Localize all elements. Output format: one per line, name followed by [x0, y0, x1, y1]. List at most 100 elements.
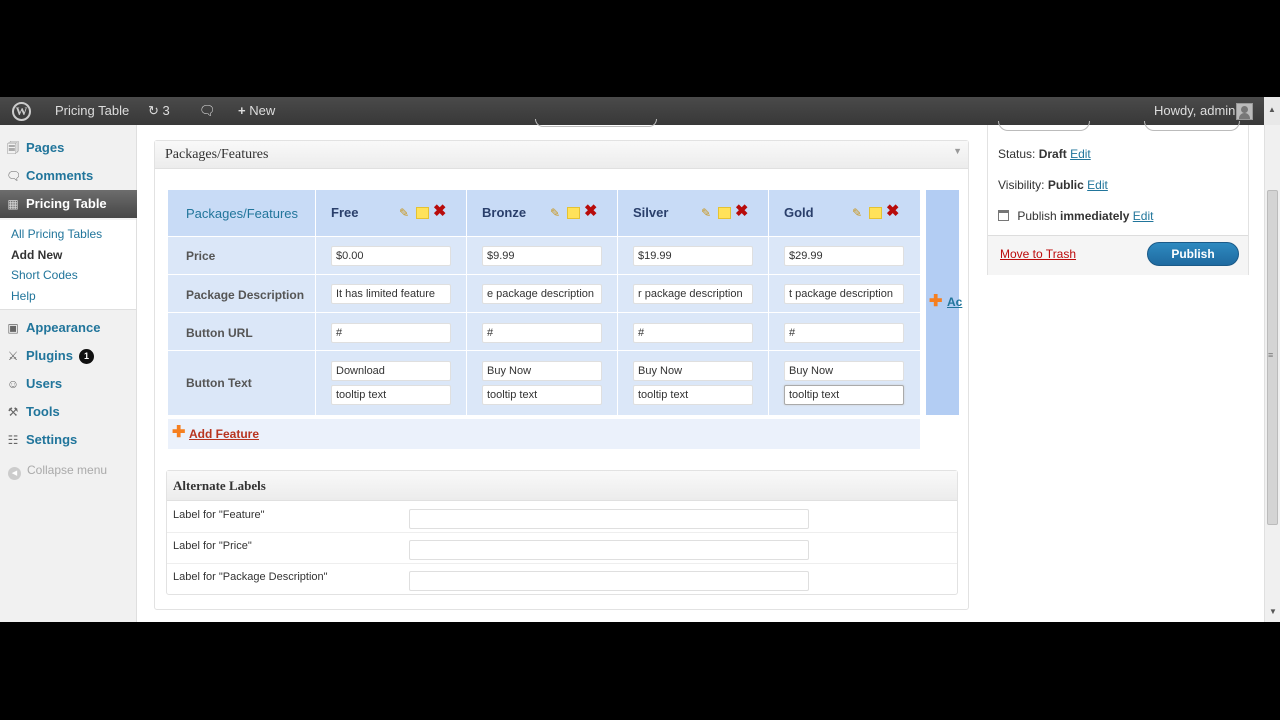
note-icon[interactable]	[567, 207, 580, 219]
toggle-arrow-icon[interactable]: ▼	[953, 146, 962, 156]
menu-item-tools[interactable]: ⚒ Tools	[0, 398, 136, 426]
users-icon: ☺	[6, 377, 20, 391]
add-feature-row: ✚ Add Feature	[168, 419, 920, 449]
note-icon[interactable]	[869, 207, 882, 219]
package-name: Free	[331, 205, 359, 220]
main-content: Packages/Features ▼ Packages/Features Pr…	[137, 119, 1264, 622]
button-text-input[interactable]: Download	[331, 361, 451, 381]
edit-publish-time-link[interactable]: Edit	[1133, 209, 1154, 223]
new-label: New	[249, 103, 276, 118]
edit-visibility-link[interactable]: Edit	[1087, 178, 1108, 192]
collapse-label: Collapse menu	[27, 463, 108, 477]
pencil-icon[interactable]: ✎	[399, 206, 411, 220]
package-name: Gold	[784, 205, 814, 220]
edit-status-link[interactable]: Edit	[1070, 147, 1091, 161]
delete-icon[interactable]: ✖	[886, 204, 900, 220]
pencil-icon[interactable]: ✎	[701, 206, 713, 220]
menu-item-appearance[interactable]: ▣ Appearance	[0, 314, 136, 342]
url-input[interactable]: #	[784, 323, 904, 343]
box-title[interactable]: Packages/Features	[155, 141, 968, 169]
description-input[interactable]: r package description	[633, 284, 753, 304]
add-package-link[interactable]: Ac	[947, 295, 962, 309]
row-label-description: Package Description	[186, 288, 305, 302]
url-input[interactable]: #	[633, 323, 753, 343]
save-draft-button[interactable]	[998, 121, 1090, 131]
preview-button[interactable]	[535, 119, 657, 127]
note-icon[interactable]	[416, 207, 429, 219]
preview-changes-button[interactable]	[1144, 121, 1240, 131]
row-label-price: Price	[186, 249, 216, 263]
calendar-icon	[998, 210, 1009, 221]
box-title[interactable]: Alternate Labels	[167, 471, 957, 501]
menu-item-comments[interactable]: 🗨 Comments	[0, 162, 136, 190]
menu-label: Plugins	[26, 348, 73, 363]
refresh-icon: ↻	[148, 103, 159, 118]
list-item: Label for "Price"	[167, 533, 957, 564]
button-text-input[interactable]: Buy Now	[784, 361, 904, 381]
price-label-input[interactable]	[409, 540, 809, 560]
price-input[interactable]: $0.00	[331, 246, 451, 266]
submenu-add-new[interactable]: Add New	[11, 248, 62, 262]
alternate-labels-box: Alternate Labels Label for "Feature" Lab…	[166, 470, 958, 595]
submenu-help[interactable]: Help	[11, 289, 36, 303]
pencil-icon[interactable]: ✎	[852, 206, 864, 220]
feature-label-input[interactable]	[409, 509, 809, 529]
publish-actions: Move to Trash Publish	[988, 235, 1248, 275]
tooltip-input[interactable]: tooltip text	[633, 385, 753, 405]
tooltip-input[interactable]: tooltip text	[482, 385, 602, 405]
site-name-link[interactable]: Pricing Table	[55, 97, 129, 125]
updates-count: 3	[162, 103, 170, 118]
plus-icon: ✚	[172, 424, 186, 441]
scrollbar-up-arrow[interactable]	[1264, 97, 1280, 125]
delete-icon[interactable]: ✖	[584, 204, 598, 220]
note-icon[interactable]	[718, 207, 731, 219]
price-input[interactable]: $29.99	[784, 246, 904, 266]
comments-icon[interactable]: 🗨	[199, 97, 216, 125]
menu-item-plugins[interactable]: ⚔ Plugins 1	[0, 342, 136, 370]
description-input[interactable]: It has limited feature	[331, 284, 451, 304]
plus-icon: +	[238, 103, 246, 118]
menu-label: Users	[26, 376, 63, 391]
menu-item-users[interactable]: ☺ Users	[0, 370, 136, 398]
avatar[interactable]	[1236, 103, 1253, 120]
move-to-trash-link[interactable]: Move to Trash	[1000, 247, 1076, 261]
tooltip-input[interactable]: tooltip text	[784, 385, 904, 405]
collapse-menu-button[interactable]: ◀ Collapse menu	[8, 462, 107, 480]
submenu-all-pricing-tables[interactable]: All Pricing Tables	[11, 227, 102, 241]
add-feature-link[interactable]: Add Feature	[189, 427, 259, 441]
row-label-button-text: Button Text	[186, 376, 252, 390]
comments-icon: 🗨	[6, 169, 22, 183]
button-text-input[interactable]: Buy Now	[482, 361, 602, 381]
add-package-column[interactable]: ✚ Ac	[926, 190, 962, 415]
menu-label: Comments	[26, 168, 94, 183]
menu-item-pricing-table[interactable]: ▦ Pricing Table	[0, 190, 144, 218]
description-input[interactable]: e package description	[482, 284, 602, 304]
label-price: Label for "Price"	[173, 540, 252, 552]
delete-icon[interactable]: ✖	[433, 204, 447, 220]
scroll-grip-icon: ≡	[1268, 350, 1274, 360]
page-scrollbar[interactable]: ≡ ▼	[1264, 125, 1280, 622]
menu-label: Pages	[26, 140, 65, 155]
wordpress-logo-icon[interactable]: W	[12, 102, 31, 121]
menu-item-settings[interactable]: ☷ Settings	[0, 426, 136, 454]
scroll-down-arrow-icon[interactable]: ▼	[1269, 607, 1277, 616]
list-item: Label for "Feature"	[167, 502, 957, 533]
submenu-short-codes[interactable]: Short Codes	[11, 268, 78, 282]
new-content-link[interactable]: + New	[238, 97, 275, 125]
publish-button[interactable]: Publish	[1147, 242, 1239, 266]
menu-item-pages[interactable]: 🗐 Pages	[0, 134, 136, 162]
price-input[interactable]: $9.99	[482, 246, 602, 266]
url-input[interactable]: #	[482, 323, 602, 343]
tooltip-input[interactable]: tooltip text	[331, 385, 451, 405]
price-input[interactable]: $19.99	[633, 246, 753, 266]
package-description-label-input[interactable]	[409, 571, 809, 591]
url-input[interactable]: #	[331, 323, 451, 343]
updates-link[interactable]: ↻ 3	[148, 97, 170, 125]
status-line: Status: Draft Edit	[998, 147, 1091, 161]
description-input[interactable]: t package description	[784, 284, 904, 304]
delete-icon[interactable]: ✖	[735, 204, 749, 220]
visibility-value: Public	[1047, 178, 1084, 192]
button-text-input[interactable]: Buy Now	[633, 361, 753, 381]
package-actions: ✎ ✖	[852, 204, 902, 221]
pencil-icon[interactable]: ✎	[550, 206, 562, 220]
